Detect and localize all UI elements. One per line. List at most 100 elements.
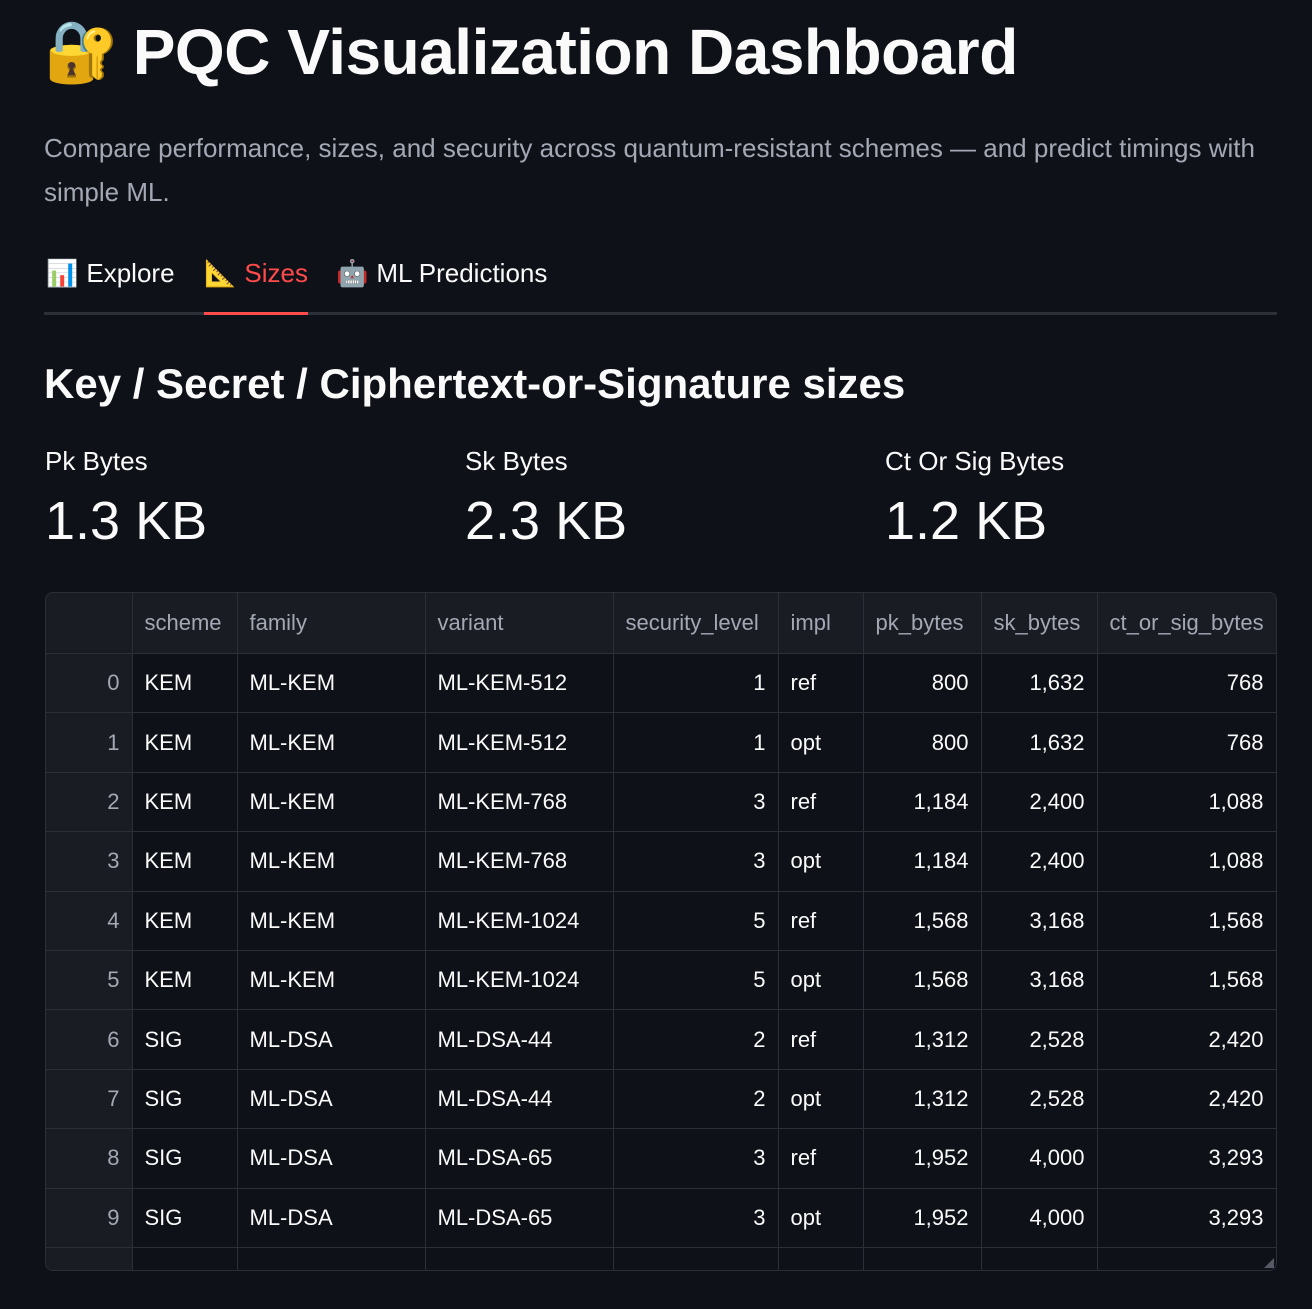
column-header-variant[interactable]: variant xyxy=(425,593,614,654)
cell-pk-bytes[interactable]: 1,184 xyxy=(863,772,982,833)
cell-index[interactable]: 5 xyxy=(46,950,133,1011)
cell-security-level[interactable]: 1 xyxy=(613,712,779,773)
cell-impl[interactable]: ref xyxy=(778,653,864,714)
cell-impl[interactable]: ref xyxy=(778,891,864,951)
cell-impl[interactable]: ref xyxy=(778,1009,864,1070)
cell-variant[interactable]: ML-KEM-768 xyxy=(425,831,614,892)
cell-variant[interactable]: ML-DSA-44 xyxy=(425,1009,614,1070)
cell-pk-bytes[interactable]: 1,568 xyxy=(863,950,982,1011)
cell-pk-bytes[interactable]: 1,568 xyxy=(863,891,982,951)
column-header-impl[interactable]: impl xyxy=(778,593,864,654)
cell-sk-bytes[interactable]: 2,400 xyxy=(981,772,1098,833)
cell-family[interactable]: ML-KEM xyxy=(237,950,426,1011)
cell-scheme[interactable]: SIG xyxy=(132,1188,238,1248)
cell-family[interactable]: ML-KEM xyxy=(237,712,426,773)
cell-variant[interactable]: ML-KEM-1024 xyxy=(425,891,614,951)
cell-impl[interactable]: opt xyxy=(778,950,864,1011)
column-header-sk-bytes[interactable]: sk_bytes xyxy=(981,593,1098,654)
cell-index[interactable]: 3 xyxy=(46,831,133,892)
cell-index[interactable]: 0 xyxy=(46,653,133,714)
cell-impl[interactable]: ref xyxy=(778,772,864,833)
column-header-ct-or-sig-bytes[interactable]: ct_or_sig_bytes xyxy=(1097,593,1276,654)
column-header-index[interactable] xyxy=(46,593,133,654)
cell-sk-bytes[interactable]: 3,168 xyxy=(981,891,1098,951)
cell-scheme[interactable]: KEM xyxy=(132,772,238,833)
cell-pk-bytes[interactable]: 1,312 xyxy=(863,1069,982,1130)
cell-sk-bytes[interactable]: 1,632 xyxy=(981,712,1098,773)
cell-pk-bytes[interactable]: 1,184 xyxy=(863,831,982,892)
cell-ct-or-sig-bytes[interactable]: 1,568 xyxy=(1097,950,1276,1011)
cell-ct-or-sig-bytes[interactable]: 768 xyxy=(1097,712,1276,773)
cell-family[interactable]: ML-KEM xyxy=(237,891,426,951)
column-header-family[interactable]: family xyxy=(237,593,426,654)
cell-ct-or-sig-bytes[interactable]: 1,568 xyxy=(1097,891,1276,951)
cell-sk-bytes[interactable]: 2,400 xyxy=(981,831,1098,892)
tab-ml-predictions[interactable]: 🤖 ML Predictions xyxy=(336,250,547,312)
cell-ct-or-sig-bytes[interactable]: 3,293 xyxy=(1097,1128,1276,1189)
cell-scheme[interactable]: SIG xyxy=(132,1009,238,1070)
cell-impl[interactable]: opt xyxy=(778,712,864,773)
cell-security-level[interactable]: 3 xyxy=(613,831,779,892)
column-header-pk-bytes[interactable]: pk_bytes xyxy=(863,593,982,654)
cell-ct-or-sig-bytes[interactable]: 768 xyxy=(1097,653,1276,714)
cell-sk-bytes[interactable]: 1,632 xyxy=(981,653,1098,714)
cell-pk-bytes[interactable]: 1,952 xyxy=(863,1128,982,1189)
cell-impl[interactable]: opt xyxy=(778,1188,864,1248)
cell-scheme[interactable]: KEM xyxy=(132,653,238,714)
tab-explore[interactable]: 📊 Explore xyxy=(46,250,175,312)
cell-variant[interactable]: ML-DSA-44 xyxy=(425,1069,614,1130)
column-header-security-level[interactable]: security_level xyxy=(613,593,779,654)
cell-pk-bytes[interactable]: 1,952 xyxy=(863,1188,982,1248)
cell-index[interactable]: 4 xyxy=(46,891,133,951)
cell-ct-or-sig-bytes[interactable]: 1,088 xyxy=(1097,831,1276,892)
cell-ct-or-sig-bytes[interactable]: 2,420 xyxy=(1097,1009,1276,1070)
cell-scheme[interactable]: SIG xyxy=(132,1069,238,1130)
cell-ct-or-sig-bytes[interactable]: 1,088 xyxy=(1097,772,1276,833)
cell-scheme[interactable]: KEM xyxy=(132,891,238,951)
cell-sk-bytes[interactable]: 3,168 xyxy=(981,950,1098,1011)
cell-index[interactable]: 2 xyxy=(46,772,133,833)
cell-ct-or-sig-bytes[interactable]: 3,293 xyxy=(1097,1188,1276,1248)
cell-variant[interactable]: ML-DSA-65 xyxy=(425,1188,614,1248)
cell-sk-bytes[interactable]: 2,528 xyxy=(981,1009,1098,1070)
cell-family[interactable]: ML-KEM xyxy=(237,653,426,714)
column-header-scheme[interactable]: scheme xyxy=(132,593,238,654)
cell-family[interactable]: ML-DSA xyxy=(237,1188,426,1248)
cell-security-level[interactable]: 2 xyxy=(613,1069,779,1130)
cell-family[interactable]: ML-DSA xyxy=(237,1128,426,1189)
resize-handle-icon[interactable] xyxy=(1264,1258,1274,1268)
cell-security-level[interactable]: 3 xyxy=(613,1128,779,1189)
cell-scheme[interactable]: KEM xyxy=(132,950,238,1011)
cell-index[interactable]: 9 xyxy=(46,1188,133,1248)
cell-scheme[interactable]: KEM xyxy=(132,712,238,773)
cell-impl[interactable]: opt xyxy=(778,1069,864,1130)
cell-family[interactable]: ML-KEM xyxy=(237,772,426,833)
cell-index[interactable]: 7 xyxy=(46,1069,133,1130)
cell-pk-bytes[interactable]: 800 xyxy=(863,712,982,773)
cell-security-level[interactable]: 5 xyxy=(613,950,779,1011)
cell-impl[interactable]: opt xyxy=(778,831,864,892)
data-table[interactable]: scheme family variant security_level imp… xyxy=(45,592,1277,1271)
cell-security-level[interactable]: 5 xyxy=(613,891,779,951)
cell-variant[interactable]: ML-KEM-512 xyxy=(425,712,614,773)
cell-pk-bytes[interactable]: 800 xyxy=(863,653,982,714)
cell-index[interactable]: 1 xyxy=(46,712,133,773)
cell-security-level[interactable]: 2 xyxy=(613,1009,779,1070)
cell-variant[interactable]: ML-KEM-1024 xyxy=(425,950,614,1011)
cell-security-level[interactable]: 1 xyxy=(613,653,779,714)
cell-variant[interactable]: ML-KEM-768 xyxy=(425,772,614,833)
cell-sk-bytes[interactable]: 4,000 xyxy=(981,1188,1098,1248)
cell-sk-bytes[interactable]: 2,528 xyxy=(981,1069,1098,1130)
cell-scheme[interactable]: KEM xyxy=(132,831,238,892)
cell-sk-bytes[interactable]: 4,000 xyxy=(981,1128,1098,1189)
cell-index[interactable]: 8 xyxy=(46,1128,133,1189)
cell-family[interactable]: ML-DSA xyxy=(237,1069,426,1130)
cell-scheme[interactable]: SIG xyxy=(132,1128,238,1189)
cell-security-level[interactable]: 3 xyxy=(613,772,779,833)
cell-index[interactable]: 6 xyxy=(46,1009,133,1070)
cell-variant[interactable]: ML-DSA-65 xyxy=(425,1128,614,1189)
cell-family[interactable]: ML-KEM xyxy=(237,831,426,892)
cell-variant[interactable]: ML-KEM-512 xyxy=(425,653,614,714)
tab-sizes[interactable]: 📐 Sizes xyxy=(204,250,308,315)
cell-family[interactable]: ML-DSA xyxy=(237,1009,426,1070)
